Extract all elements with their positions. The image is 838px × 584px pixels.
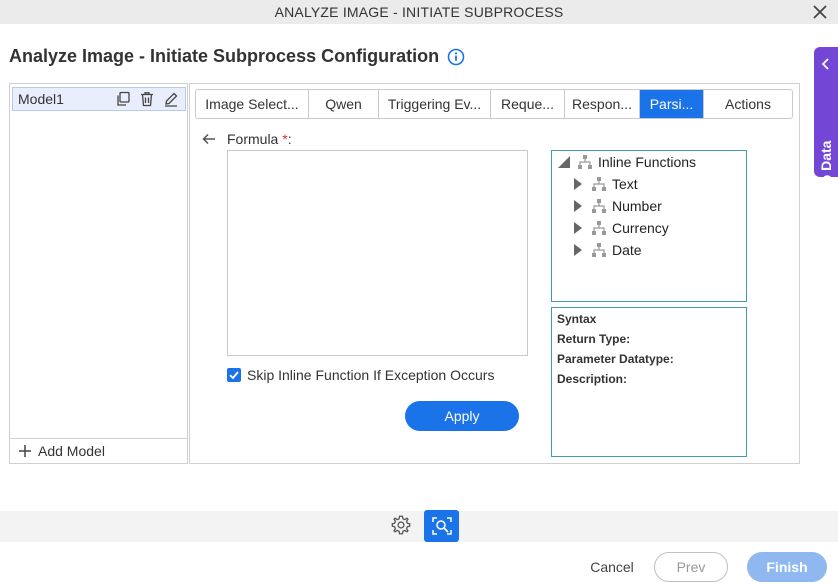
app-data-label: App Data xyxy=(818,140,834,202)
formula-label-suffix: : xyxy=(287,131,292,147)
tree-item-label: Text xyxy=(612,176,638,192)
tree-item-number[interactable]: Number xyxy=(570,197,662,215)
tree-item-label: Number xyxy=(612,198,662,214)
tab-triggering-events[interactable]: Triggering Ev... xyxy=(379,90,491,118)
finish-button[interactable]: Finish xyxy=(747,552,827,582)
hierarchy-icon xyxy=(592,177,606,191)
syntax-panel: Syntax Return Type: Parameter Datatype: … xyxy=(551,307,747,457)
app-data-tab[interactable]: App Data xyxy=(814,47,838,202)
page-title-text: Analyze Image - Initiate Subprocess Conf… xyxy=(9,46,440,66)
tree-item-label: Currency xyxy=(612,220,669,236)
skip-inline-function-checkbox[interactable] xyxy=(227,368,241,382)
cancel-button[interactable]: Cancel xyxy=(575,553,649,581)
tree-item-text[interactable]: Text xyxy=(570,175,638,193)
tab-request[interactable]: Reque... xyxy=(491,90,565,118)
collapsed-triangle-icon[interactable] xyxy=(570,198,586,214)
checkmark-icon xyxy=(229,371,239,380)
model-item-label: Model1 xyxy=(18,91,64,107)
apply-button[interactable]: Apply xyxy=(405,401,519,431)
formula-label: Formula *: xyxy=(227,131,292,147)
tab-parsing[interactable]: Parsi... xyxy=(640,90,704,118)
hierarchy-icon xyxy=(578,155,592,169)
delete-icon[interactable] xyxy=(139,91,155,107)
syntax-label: Syntax xyxy=(557,312,597,326)
model-list-panel: Model1 Add Model xyxy=(9,83,188,464)
tree-item-currency[interactable]: Currency xyxy=(570,219,669,237)
footer-toolbar xyxy=(0,511,838,542)
model-item-tools xyxy=(115,91,179,107)
inline-functions-tree: Inline Functions Text Number Currency Da… xyxy=(551,150,747,302)
image-search-icon xyxy=(431,517,452,535)
model-item[interactable]: Model1 xyxy=(12,87,186,111)
page-title: Analyze Image - Initiate Subprocess Conf… xyxy=(9,46,465,67)
hierarchy-icon xyxy=(592,243,606,257)
tab-bar: Image Select... Qwen Triggering Ev... Re… xyxy=(195,89,793,119)
info-icon[interactable] xyxy=(447,48,465,66)
image-analysis-tool-button[interactable] xyxy=(424,510,459,542)
window-title: ANALYZE IMAGE - INITIATE SUBPROCESS xyxy=(274,4,564,20)
back-arrow-icon[interactable] xyxy=(201,131,217,147)
add-model-button[interactable]: Add Model xyxy=(10,438,187,463)
formula-label-text: Formula xyxy=(227,131,279,147)
gear-icon[interactable] xyxy=(390,514,412,536)
collapsed-triangle-icon[interactable] xyxy=(570,176,586,192)
tree-item-date[interactable]: Date xyxy=(570,241,642,259)
window-titlebar: ANALYZE IMAGE - INITIATE SUBPROCESS xyxy=(0,0,838,24)
description-label: Description: xyxy=(557,372,628,386)
tab-response[interactable]: Respon... xyxy=(565,90,640,118)
hierarchy-icon xyxy=(592,199,606,213)
plus-icon xyxy=(19,445,31,457)
tree-root-label: Inline Functions xyxy=(598,154,697,170)
return-type-label: Return Type: xyxy=(557,332,631,346)
tree-root[interactable]: Inline Functions xyxy=(556,153,696,171)
formula-input[interactable] xyxy=(227,150,528,356)
tree-item-label: Date xyxy=(612,242,642,258)
parameter-datatype-label: Parameter Datatype: xyxy=(557,352,674,366)
close-icon[interactable] xyxy=(810,2,830,22)
prev-button[interactable]: Prev xyxy=(654,552,728,582)
chevron-left-icon xyxy=(821,58,829,70)
skip-inline-function-option[interactable]: Skip Inline Function If Exception Occurs xyxy=(227,367,494,383)
hierarchy-icon xyxy=(592,221,606,235)
collapsed-triangle-icon[interactable] xyxy=(570,242,586,258)
copy-icon[interactable] xyxy=(115,91,131,107)
add-model-label: Add Model xyxy=(38,443,105,459)
tab-qwen[interactable]: Qwen xyxy=(309,90,379,118)
skip-inline-function-label: Skip Inline Function If Exception Occurs xyxy=(247,367,495,383)
edit-icon[interactable] xyxy=(163,91,179,107)
expanded-triangle-icon[interactable] xyxy=(556,154,572,170)
collapsed-triangle-icon[interactable] xyxy=(570,220,586,236)
tab-image-selection[interactable]: Image Select... xyxy=(196,90,309,118)
tab-actions[interactable]: Actions xyxy=(704,90,792,118)
